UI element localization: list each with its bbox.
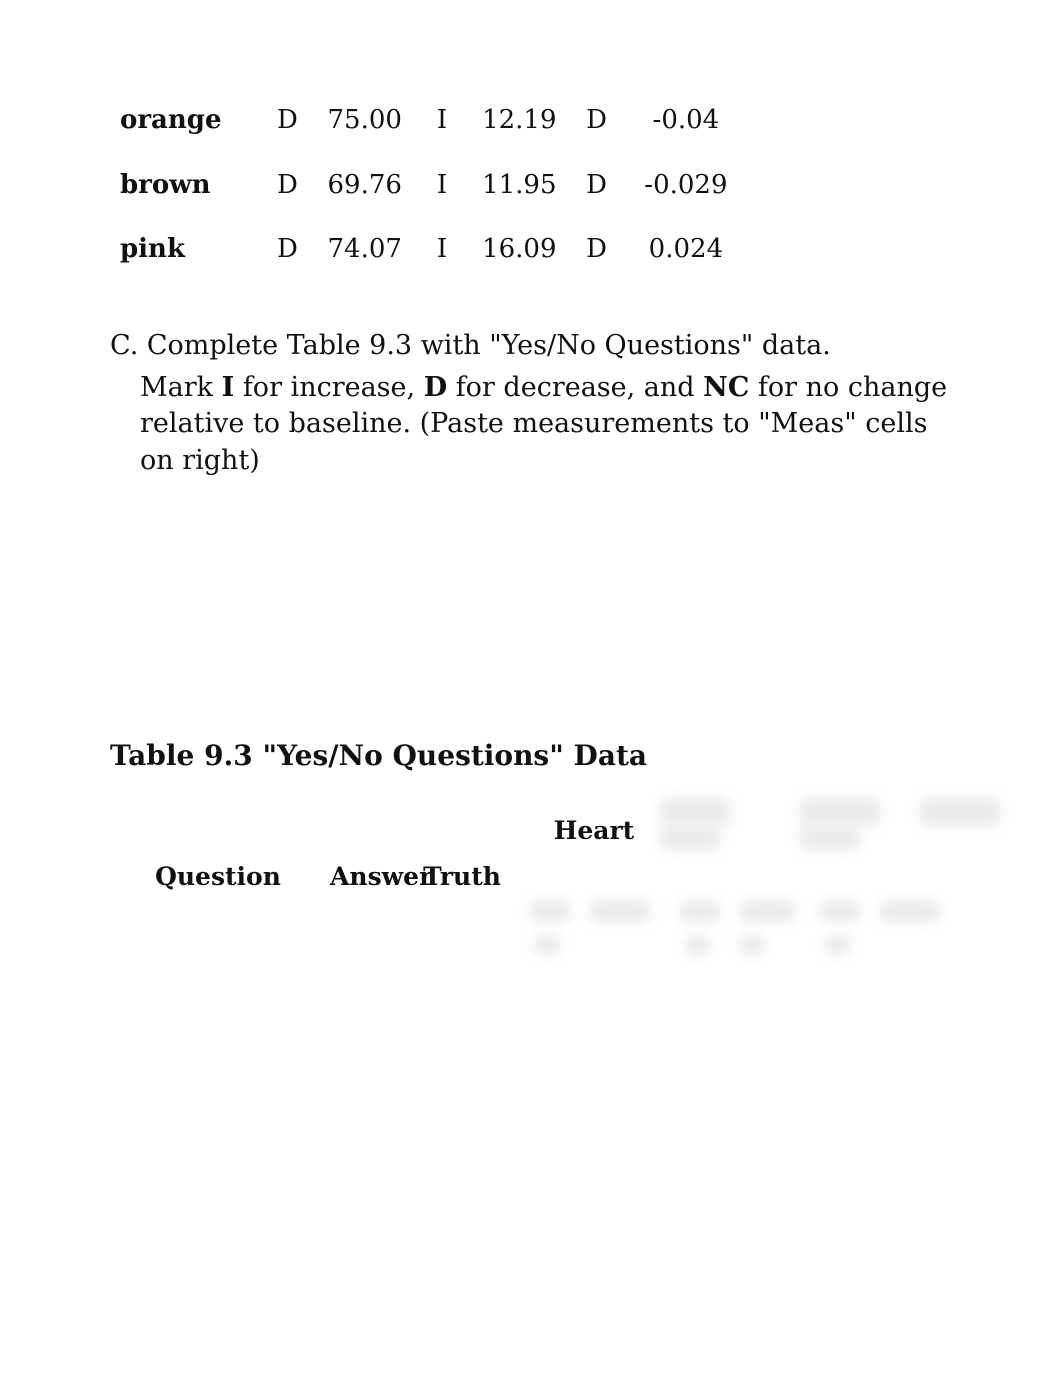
sub-header-obscured bbox=[682, 870, 764, 912]
cell: 69.76 bbox=[317, 159, 413, 220]
cell: 11.95 bbox=[471, 159, 567, 220]
cell: -0.029 bbox=[626, 159, 746, 220]
table-row: orange D 75.00 I 12.19 D -0.04 bbox=[114, 94, 746, 155]
cell: 12.19 bbox=[471, 94, 567, 155]
cell: 0.024 bbox=[626, 223, 746, 284]
row-label: pink bbox=[114, 223, 258, 284]
row-label: orange bbox=[114, 94, 258, 155]
table-9-2-fragment: orange D 75.00 I 12.19 D -0.04 brown D 6… bbox=[110, 80, 750, 288]
table-row: brown D 69.76 I 11.95 D -0.029 bbox=[114, 159, 746, 220]
col-header-heart: Heart bbox=[510, 794, 678, 866]
section-c: C. Complete Table 9.3 with "Yes/No Quest… bbox=[110, 328, 962, 480]
col-header-answer: Answer bbox=[326, 794, 414, 958]
table-row: pink D 74.07 I 16.09 D 0.024 bbox=[114, 223, 746, 284]
sub-header-obscured bbox=[854, 916, 936, 958]
sub-header-obscured bbox=[596, 870, 678, 912]
cell: 74.07 bbox=[317, 223, 413, 284]
cell: D bbox=[571, 159, 621, 220]
cell: D bbox=[571, 223, 621, 284]
section-c-lead: C. Complete Table 9.3 with "Yes/No Quest… bbox=[110, 330, 831, 361]
cell: I bbox=[417, 223, 467, 284]
sub-header-obscured bbox=[510, 916, 592, 958]
cell: I bbox=[417, 94, 467, 155]
cell: 75.00 bbox=[317, 94, 413, 155]
table-9-3-title: Table 9.3 "Yes/No Questions" Data bbox=[110, 739, 962, 772]
sub-header-obscured bbox=[854, 870, 936, 912]
cell: 16.09 bbox=[471, 223, 567, 284]
sub-header-obscured bbox=[768, 870, 850, 912]
cell: D bbox=[262, 94, 312, 155]
sub-header-obscured bbox=[940, 870, 1022, 912]
sub-header-obscured bbox=[596, 916, 678, 958]
sub-header-obscured bbox=[682, 916, 764, 958]
sub-header-obscured bbox=[768, 916, 850, 958]
cell: D bbox=[262, 223, 312, 284]
document-page: orange D 75.00 I 12.19 D -0.04 brown D 6… bbox=[0, 0, 1062, 1377]
cell: -0.04 bbox=[626, 94, 746, 155]
col-header-obscured bbox=[682, 794, 850, 866]
sub-header-obscured bbox=[940, 916, 1022, 958]
cell: D bbox=[571, 94, 621, 155]
col-header-truth: Truth bbox=[418, 794, 506, 958]
cell: I bbox=[417, 159, 467, 220]
row-label: brown bbox=[114, 159, 258, 220]
sub-header-obscured bbox=[510, 870, 592, 912]
col-header-question: Question bbox=[114, 794, 322, 958]
col-header-obscured bbox=[854, 794, 1022, 866]
cell: D bbox=[262, 159, 312, 220]
section-c-instructions: Mark I for increase, D for decrease, and… bbox=[140, 370, 962, 479]
table-9-3: Question Answer Truth Heart bbox=[110, 790, 980, 962]
